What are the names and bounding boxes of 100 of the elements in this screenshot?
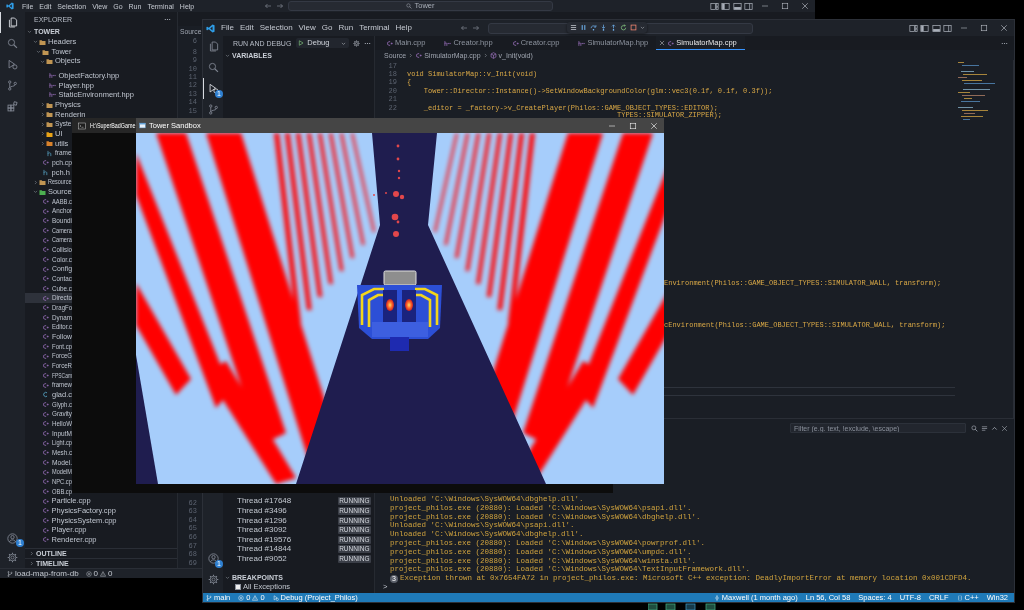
particle-dot [396, 144, 400, 148]
menu-item[interactable]: Terminal [356, 24, 393, 32]
account-icon[interactable] [7, 532, 18, 544]
menu-item[interactable]: Go [318, 24, 336, 32]
caret-icon [341, 40, 346, 46]
cpp-file-icon [415, 51, 423, 59]
header-file-icon [42, 168, 49, 176]
run-debug-icon[interactable] [207, 83, 219, 94]
run-debug-icon[interactable] [7, 59, 18, 70]
extensions-icon[interactable] [7, 101, 18, 112]
cpp-file-icon [42, 507, 49, 515]
header-file-icon [45, 149, 53, 157]
app-logo-icon [206, 23, 215, 33]
branch-icon [7, 570, 13, 577]
step-over-icon[interactable] [590, 24, 597, 31]
sidebar-toggle-icon[interactable] [920, 23, 929, 33]
method-icon [489, 51, 497, 59]
cpp-file-icon [386, 39, 393, 47]
cpp-file-icon [42, 352, 49, 360]
files-icon[interactable] [207, 41, 219, 52]
particle-dot [396, 157, 400, 161]
drag-handle-icon[interactable] [570, 24, 577, 31]
c-file-icon [42, 391, 49, 399]
maximize-icon[interactable] [980, 24, 988, 32]
cpp-file-icon [42, 420, 49, 428]
settings-icon[interactable] [207, 574, 219, 585]
step-out-icon[interactable] [610, 24, 617, 31]
cpp-file-icon [42, 468, 49, 476]
console-icon [78, 121, 86, 130]
chevron-right-icon [482, 52, 488, 58]
commit-icon [713, 594, 720, 601]
close-icon[interactable] [1001, 424, 1008, 432]
forward-arrow-icon[interactable] [276, 2, 284, 10]
cpp-file-icon [42, 159, 49, 167]
list-icon[interactable] [981, 424, 988, 432]
back-arrow-icon[interactable] [264, 2, 272, 10]
cpp-file-icon [42, 449, 49, 457]
cpp-file-icon [42, 323, 49, 331]
panel-toggle-icon[interactable] [931, 23, 941, 33]
settings-icon[interactable] [7, 551, 18, 563]
forward-arrow-icon[interactable] [472, 24, 480, 32]
cpp-file-icon [42, 381, 49, 389]
play-icon[interactable] [298, 40, 305, 46]
cpp-file-icon [42, 410, 49, 418]
chevron-up-icon[interactable] [991, 424, 998, 432]
error-icon [85, 570, 92, 577]
restart-icon[interactable] [620, 24, 627, 31]
step-into-icon[interactable] [600, 24, 607, 31]
close-icon[interactable] [1000, 24, 1008, 32]
layout-icon[interactable] [709, 1, 719, 11]
pause-icon[interactable] [580, 24, 587, 31]
menu-item[interactable]: Run [335, 24, 357, 32]
source-control-icon[interactable] [7, 80, 18, 91]
maximize-icon[interactable] [781, 2, 789, 10]
menu-item[interactable]: Edit [236, 24, 257, 32]
stop-icon[interactable] [630, 24, 637, 31]
chevron-right-icon [408, 52, 414, 58]
files-icon[interactable] [7, 17, 18, 28]
panel-toggle-icon[interactable] [732, 1, 742, 11]
error-icon [238, 594, 245, 601]
cpp-file-icon [42, 236, 49, 244]
cpp-file-icon [42, 294, 49, 302]
back-arrow-icon[interactable] [460, 24, 468, 32]
split-layout-icon[interactable] [744, 1, 753, 11]
account-icon[interactable] [207, 553, 219, 564]
cpp-file-icon [42, 459, 49, 466]
warning-icon [100, 570, 107, 577]
header-file-icon [578, 39, 586, 47]
settings-icon[interactable] [353, 39, 360, 47]
menu-item[interactable]: Selection [256, 24, 296, 32]
particle-dot [397, 169, 401, 173]
cpp-file-icon [511, 39, 519, 47]
cpp-file-icon [42, 401, 49, 408]
search-icon[interactable] [971, 424, 978, 432]
menu-item[interactable]: View [295, 24, 319, 32]
cpp-file-icon [42, 478, 49, 486]
layout-icon[interactable] [908, 23, 918, 33]
sidebar-toggle-icon[interactable] [721, 1, 730, 11]
cpp-file-icon [42, 197, 49, 205]
search-icon[interactable] [207, 62, 219, 73]
problems-status[interactable]: 0 0 [85, 569, 113, 578]
menu-item[interactable]: Help [392, 24, 415, 32]
cpp-file-icon [42, 430, 49, 437]
checkbox[interactable] [235, 584, 241, 590]
app-icon [139, 122, 146, 129]
header-file-icon [444, 39, 452, 47]
split-layout-icon[interactable] [943, 23, 952, 33]
menu-item[interactable]: File [218, 24, 237, 32]
cpp-file-icon [667, 39, 675, 47]
branch-icon [206, 594, 212, 601]
header-file-icon [49, 91, 56, 99]
caret-icon[interactable] [640, 25, 645, 30]
taskbar-drawing [648, 603, 718, 610]
search-icon[interactable] [7, 38, 18, 49]
source-control-icon[interactable] [207, 104, 219, 115]
status-item[interactable]: load-map-from-db [7, 569, 79, 578]
particle-dot [393, 231, 399, 237]
close-icon[interactable] [801, 2, 809, 10]
cpp-file-icon [42, 265, 49, 273]
cpp-file-icon [42, 207, 49, 215]
